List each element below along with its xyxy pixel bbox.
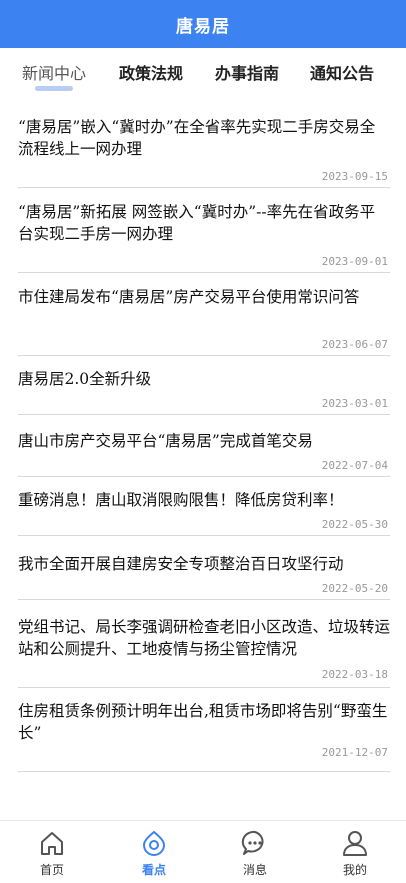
tab-label: 办事指南	[215, 64, 280, 83]
news-item[interactable]: 住房租赁条例预计明年出台,租赁市场即将告别“野蛮生长” 2021-12-07	[18, 700, 390, 772]
tab-guide[interactable]: 办事指南	[215, 48, 279, 84]
news-title: 重磅消息！唐山取消限购限售！降低房贷利率！	[18, 491, 344, 509]
news-title: 住房租赁条例预计明年出台,租赁市场即将告别“野蛮生长”	[18, 702, 388, 742]
news-item[interactable]: 党组书记、局长李强调研检查老旧小区改造、垃圾转运站和公厕提升、工地疫情与扬尘管控…	[18, 616, 390, 688]
news-item[interactable]: 唐山市房产交易平台“唐易居”完成首笔交易 2022-07-04	[18, 430, 390, 477]
page-title: 唐易居	[176, 16, 230, 37]
news-title: 我市全面开展自建房安全专项整治百日攻坚行动	[18, 555, 344, 573]
news-item[interactable]: “唐易居”嵌入“冀时办”在全省率先实现二手房交易全流程线上一网办理 2023-0…	[18, 116, 390, 188]
tabbar-profile[interactable]: 我的	[325, 829, 385, 878]
tab-news-center[interactable]: 新闻中心	[22, 48, 87, 91]
tab-policy[interactable]: 政策法规	[119, 48, 183, 84]
news-title: 党组书记、局长李强调研检查老旧小区改造、垃圾转运站和公厕提升、工地疫情与扬尘管控…	[18, 618, 391, 658]
news-title: 唐易居2.0全新升级	[18, 370, 152, 388]
tabbar-messages[interactable]: 消息	[225, 829, 285, 878]
active-tab-indicator	[35, 86, 73, 91]
tabbar-highlights[interactable]: 看点	[124, 829, 184, 878]
news-item[interactable]: 市住建局发布“唐易居”房产交易平台使用常识问答 2023-06-07	[18, 286, 390, 356]
news-date: 2021-12-07	[321, 746, 388, 759]
tabbar-home[interactable]: 首页	[22, 829, 82, 878]
news-item[interactable]: 我市全面开展自建房安全专项整治百日攻坚行动 2022-05-20	[18, 553, 390, 600]
tab-label: 政策法规	[119, 64, 184, 83]
news-date: 2023-06-07	[321, 338, 388, 351]
news-date: 2023-09-01	[321, 255, 388, 268]
news-title: “唐易居”嵌入“冀时办”在全省率先实现二手房交易全流程线上一网办理	[18, 118, 376, 158]
message-icon	[241, 830, 264, 855]
home-icon	[41, 832, 63, 855]
eye-icon	[142, 830, 166, 856]
news-date: 2022-05-30	[321, 518, 388, 531]
news-item[interactable]: 唐易居2.0全新升级 2023-03-01	[18, 368, 390, 415]
tab-notice[interactable]: 通知公告	[310, 48, 374, 84]
category-tabs: 新闻中心 政策法规 办事指南 通知公告	[0, 48, 406, 100]
news-date: 2023-09-15	[321, 170, 388, 183]
tabbar-label: 消息	[242, 863, 267, 877]
news-date: 2022-07-04	[321, 459, 388, 472]
tabbar-label: 首页	[39, 863, 64, 877]
bottom-tab-bar: 首页 看点 消息 我的	[0, 820, 406, 883]
news-item[interactable]: “唐易居”新拓展 网签嵌入“冀时办”--率先在省政务平台实现二手房一网办理 20…	[18, 201, 390, 273]
tab-label: 新闻中心	[22, 64, 87, 83]
news-date: 2023-03-01	[321, 397, 388, 410]
news-title: 市住建局发布“唐易居”房产交易平台使用常识问答	[18, 288, 360, 306]
tabbar-label: 看点	[141, 863, 166, 877]
news-date: 2022-03-18	[321, 668, 388, 681]
tabbar-label: 我的	[342, 863, 367, 877]
app-header: 唐易居	[0, 0, 406, 48]
news-title: 唐山市房产交易平台“唐易居”完成首笔交易	[18, 432, 313, 450]
news-date: 2022-05-20	[321, 582, 388, 595]
tab-label: 通知公告	[310, 64, 375, 83]
news-item[interactable]: 重磅消息！唐山取消限购限售！降低房贷利率！ 2022-05-30	[18, 489, 390, 536]
user-icon	[343, 831, 367, 856]
news-title: “唐易居”新拓展 网签嵌入“冀时办”--率先在省政务平台实现二手房一网办理	[18, 203, 376, 243]
